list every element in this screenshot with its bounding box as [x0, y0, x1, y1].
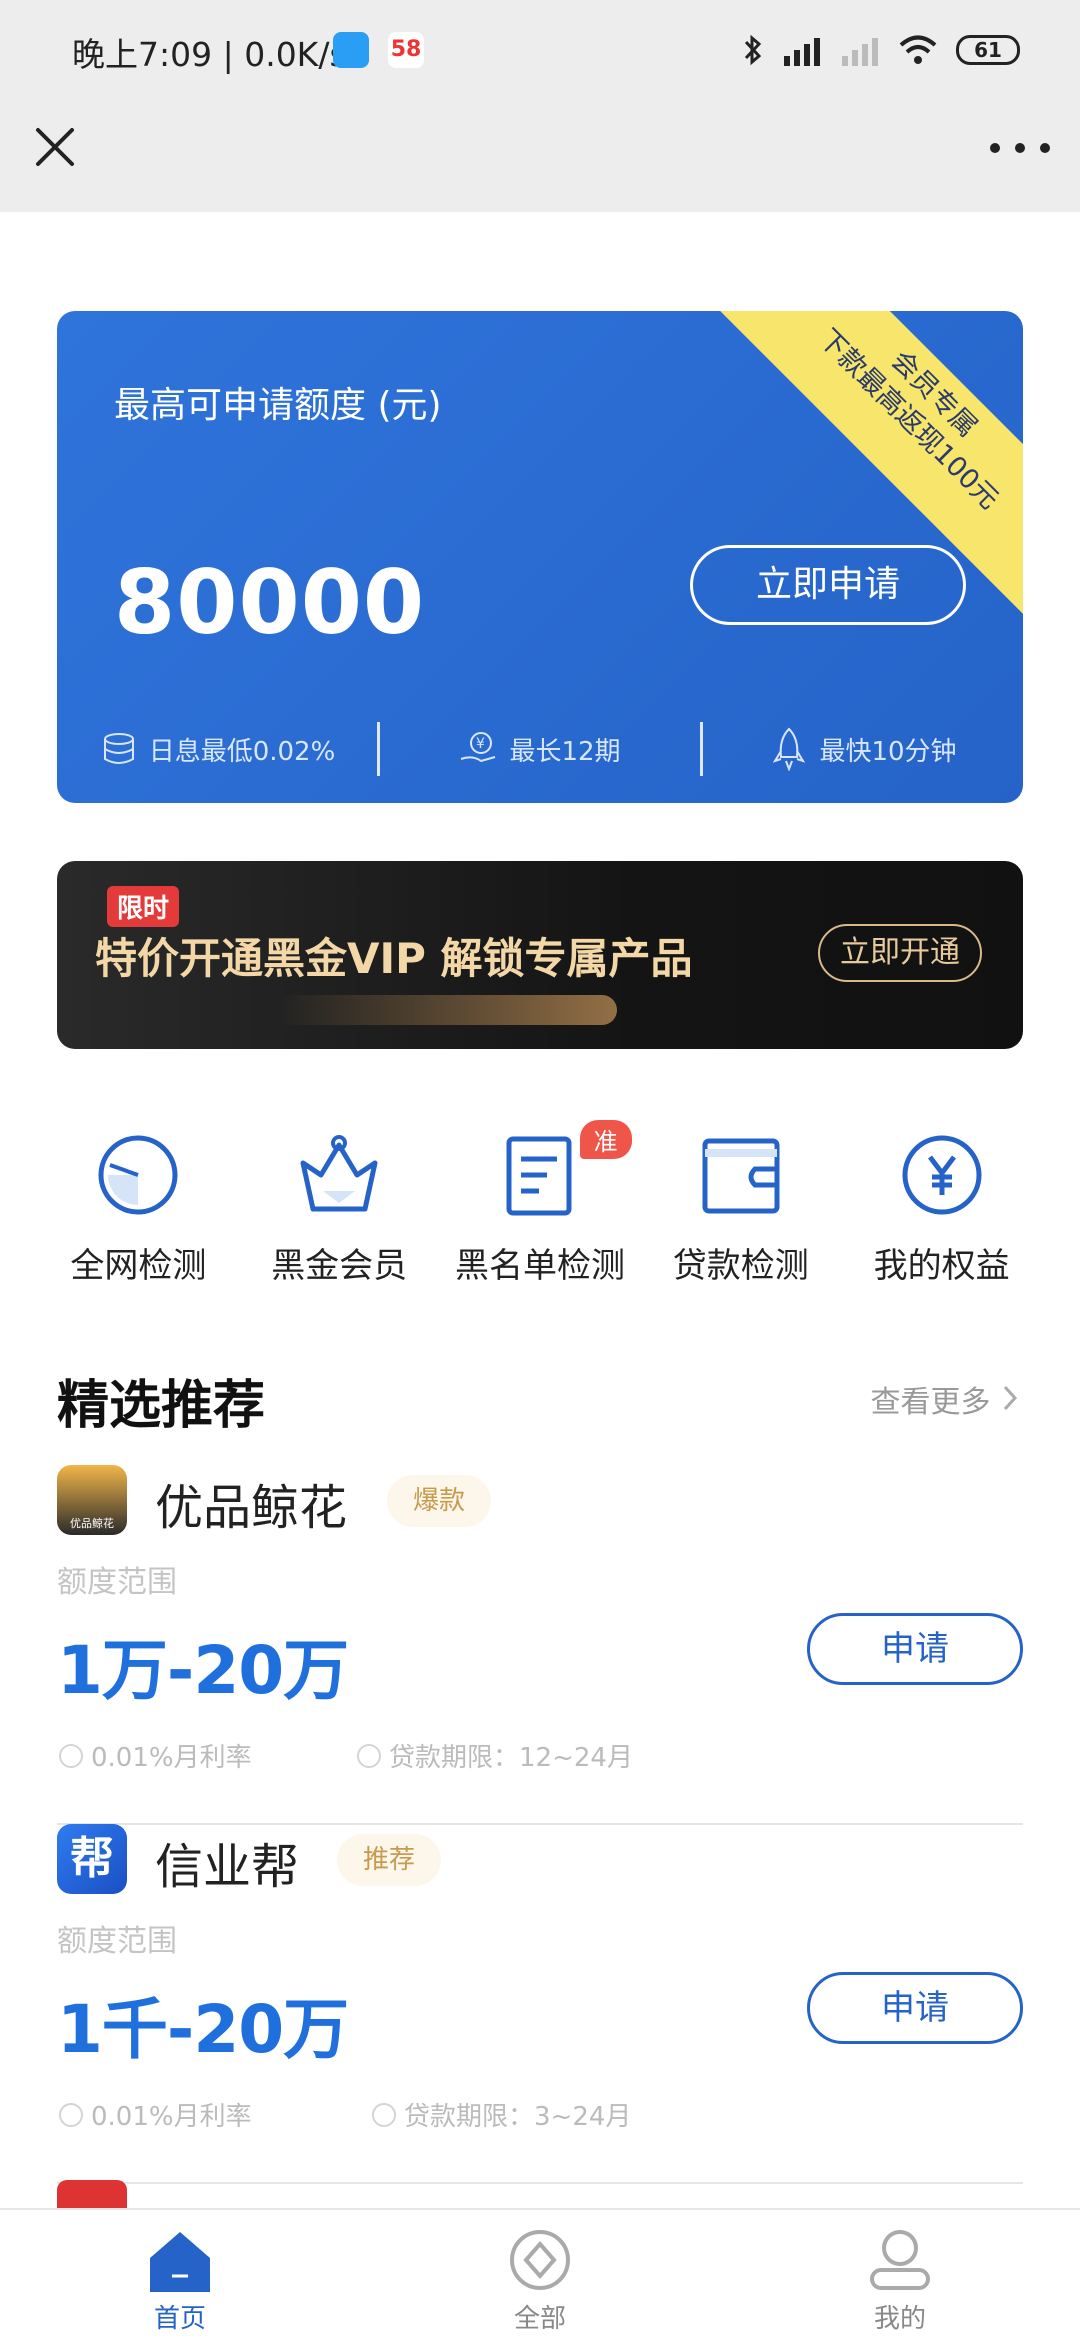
- apply-now-button[interactable]: 立即申请: [690, 545, 966, 625]
- wifi-icon: [899, 35, 937, 64]
- card-features: 日息最低0.02% ¥ 最长12期 最快10分钟: [57, 719, 1023, 779]
- feature-term: ¥ 最长12期: [380, 719, 700, 779]
- open-vip-button[interactable]: 立即开通: [818, 924, 982, 982]
- vip-banner[interactable]: 限时 特价开通黑金VIP 解锁专属产品 立即开通: [57, 861, 1023, 1049]
- see-more-link[interactable]: 查看更多: [870, 1377, 1020, 1421]
- document-icon: [506, 1136, 572, 1216]
- credit-limit-card: 最高可申请额度 (元) 80000 立即申请 会员专属 下款最高返现100元 日…: [57, 311, 1023, 803]
- check-icon: [59, 1743, 83, 1768]
- more-options-icon[interactable]: [990, 128, 1050, 168]
- app-58-icon: 58: [388, 32, 424, 68]
- product-rate: 0.01%月利率: [59, 2096, 252, 2133]
- product-card[interactable]: 帮 信业帮 推荐 额度范围 1千-20万 申请 0.01%月利率 贷款期限：3~…: [57, 1824, 1023, 2184]
- tab-mine[interactable]: 我的: [720, 2210, 1080, 2340]
- wallet-icon: [702, 1138, 780, 1214]
- apply-button[interactable]: 申请: [807, 1972, 1023, 2044]
- apply-button[interactable]: 申请: [807, 1613, 1023, 1685]
- tab-home[interactable]: 首页: [0, 2210, 360, 2340]
- section-title: 精选推荐: [57, 1376, 266, 1436]
- bluetooth-icon: [744, 34, 762, 66]
- compass-icon: [510, 2230, 570, 2290]
- feature-speed: 最快10分钟: [703, 719, 1023, 779]
- range-label: 额度范围: [57, 1924, 177, 1959]
- banner-glow: [277, 995, 617, 1025]
- ribbon-line1: 会员专属: [884, 344, 984, 444]
- rocket-icon: [773, 727, 806, 771]
- radar-icon: [98, 1135, 178, 1215]
- svg-text:¥: ¥: [476, 736, 485, 752]
- hand-yen-icon: ¥: [461, 732, 496, 763]
- chevron-right-icon: [1003, 1385, 1018, 1411]
- status-indicators: 61: [742, 30, 1020, 70]
- check-icon: [357, 1743, 381, 1768]
- bottom-tab-bar: 首页 全部 我的: [0, 2208, 1080, 2340]
- credit-amount: 80000: [114, 551, 426, 654]
- product-rate: 0.01%月利率: [59, 1737, 252, 1774]
- coins-icon: [103, 733, 134, 764]
- range-label: 额度范围: [57, 1565, 177, 1600]
- signal-weak-icon: [842, 38, 878, 66]
- signal-icon: [784, 38, 820, 66]
- menu-item-loan-check[interactable]: 贷款检测: [640, 1130, 841, 1287]
- menu-item-network-check[interactable]: 全网检测: [38, 1130, 239, 1287]
- product-name: 信业帮: [155, 1839, 300, 1895]
- menu-item-blacklist-check[interactable]: 准 黑名单检测: [440, 1120, 641, 1287]
- product-tag: 爆款: [387, 1475, 492, 1527]
- battery-icon: 61: [956, 35, 1020, 65]
- feature-rate: 日息最低0.02%: [57, 719, 377, 779]
- product-term: 贷款期限：3~24月: [372, 2096, 631, 2133]
- crown-icon: [300, 1135, 378, 1212]
- next-product-logo-partial: [57, 2180, 127, 2210]
- function-menu: 全网检测 黑金会员 准 黑名单检测 贷款检测 我的权益: [38, 1120, 1042, 1287]
- banner-text: 特价开通黑金VIP 解锁专属产品: [95, 934, 693, 983]
- card-title: 最高可申请额度 (元): [114, 385, 442, 426]
- product-name: 优品鲸花: [155, 1480, 348, 1536]
- user-icon: [870, 2230, 930, 2290]
- tab-all[interactable]: 全部: [360, 2210, 720, 2340]
- limited-time-tag: 限时: [107, 886, 180, 927]
- product-logo: 优品鲸花: [57, 1465, 127, 1535]
- nav-bar: [0, 100, 1080, 212]
- product-tag: 推荐: [337, 1834, 442, 1886]
- close-icon[interactable]: [30, 122, 80, 172]
- check-icon: [59, 2102, 83, 2127]
- product-logo: 帮: [57, 1824, 127, 1894]
- loan-range: 1万-20万: [57, 1632, 349, 1709]
- menu-item-black-gold-member[interactable]: 黑金会员: [239, 1130, 440, 1287]
- product-card[interactable]: 优品鲸花 优品鲸花 爆款 额度范围 1万-20万 申请 0.01%月利率 贷款期…: [57, 1465, 1023, 1825]
- badge-accurate: 准: [579, 1120, 632, 1159]
- status-bar: 晚上7:09 | 0.0K/s 58 61: [0, 0, 1080, 100]
- check-icon: [372, 2102, 396, 2127]
- home-icon: [150, 2232, 210, 2292]
- loan-range: 1千-20万: [57, 1991, 349, 2068]
- menu-item-my-benefits[interactable]: 我的权益: [841, 1130, 1042, 1287]
- cloud-app-icon: [333, 32, 369, 68]
- status-time: 晚上7:09 | 0.0K/s: [72, 35, 347, 74]
- yen-icon: [902, 1135, 982, 1215]
- product-term: 贷款期限：12~24月: [357, 1737, 633, 1774]
